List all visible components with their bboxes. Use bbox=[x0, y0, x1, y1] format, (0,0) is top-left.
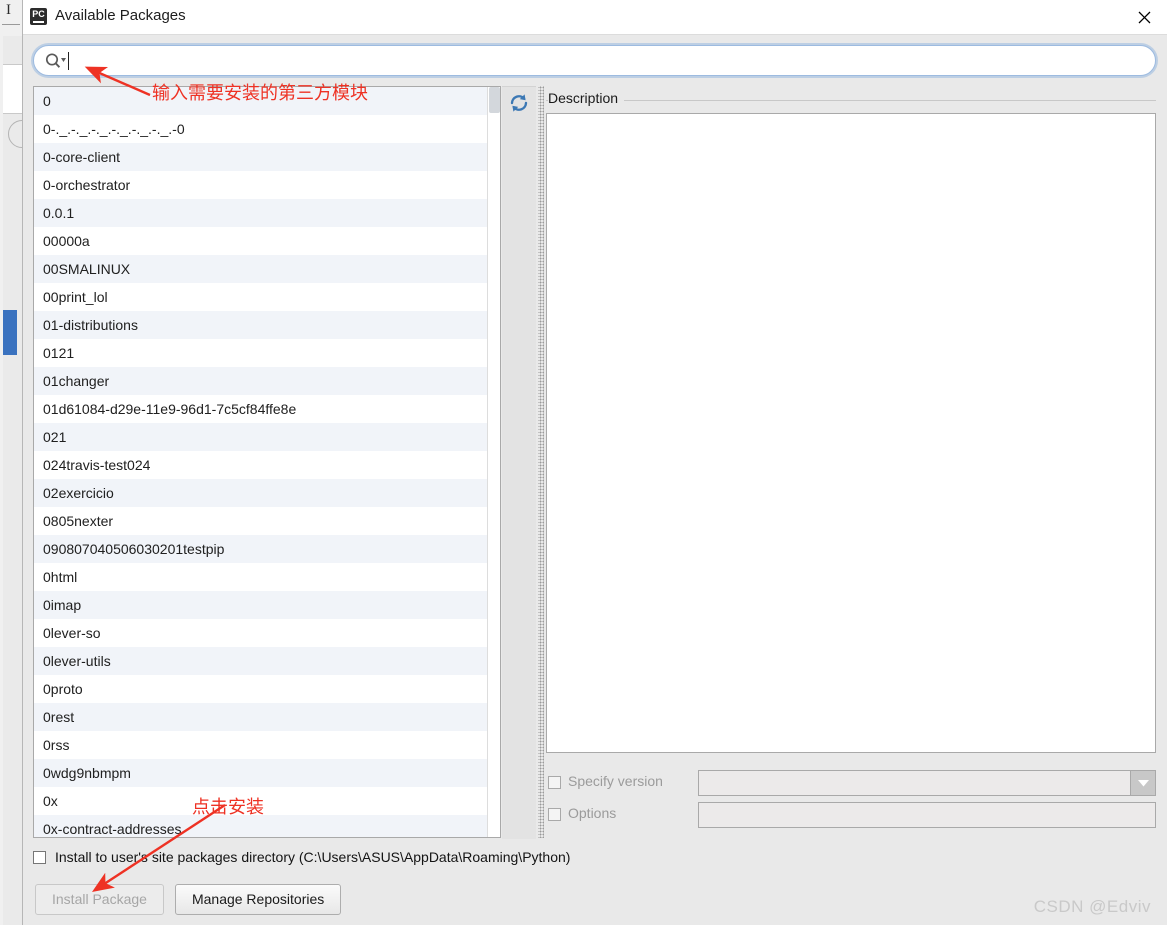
package-list-item[interactable]: 0x bbox=[34, 787, 487, 815]
search-icon bbox=[45, 53, 66, 68]
package-list-item[interactable]: 0-orchestrator bbox=[34, 171, 487, 199]
description-panel: Description Specify version Options bbox=[546, 86, 1156, 838]
package-list-item[interactable]: 0x-contract-addresses bbox=[34, 815, 487, 837]
package-list-item[interactable]: 0805nexter bbox=[34, 507, 487, 535]
install-to-user-checkbox[interactable] bbox=[33, 850, 46, 864]
package-list-item[interactable]: 0-core-client bbox=[34, 143, 487, 171]
description-label: Description bbox=[548, 90, 625, 106]
background-window-panel bbox=[3, 64, 23, 114]
options-input[interactable] bbox=[698, 802, 1156, 828]
background-window-letter: I bbox=[6, 2, 11, 18]
package-list-item[interactable]: 00SMALINUX bbox=[34, 255, 487, 283]
package-list-item[interactable]: 0lever-so bbox=[34, 619, 487, 647]
package-list-scrollbar[interactable] bbox=[487, 87, 500, 837]
specify-version-label: Specify version bbox=[568, 773, 663, 789]
specify-version-select[interactable] bbox=[698, 770, 1156, 796]
close-button[interactable] bbox=[1121, 0, 1167, 34]
search-field[interactable] bbox=[33, 45, 1156, 76]
search-text-caret bbox=[68, 52, 69, 70]
pycharm-icon: PC bbox=[30, 8, 47, 25]
package-list-item[interactable]: 0121 bbox=[34, 339, 487, 367]
description-separator bbox=[546, 100, 1156, 101]
package-list-item[interactable]: 0imap bbox=[34, 591, 487, 619]
install-package-button[interactable]: Install Package bbox=[35, 884, 164, 915]
package-list-item[interactable]: 0html bbox=[34, 563, 487, 591]
refresh-icon bbox=[510, 94, 528, 112]
package-list-item[interactable]: 0rest bbox=[34, 703, 487, 731]
package-list-item[interactable]: 021 bbox=[34, 423, 487, 451]
dialog-titlebar: PC Available Packages bbox=[23, 0, 1167, 35]
package-list-item[interactable]: 01changer bbox=[34, 367, 487, 395]
package-options: Specify version Options bbox=[546, 768, 1156, 832]
specify-version-checkbox[interactable] bbox=[548, 776, 561, 789]
chevron-down-icon bbox=[1137, 780, 1149, 787]
package-list-item[interactable]: 02exercicio bbox=[34, 479, 487, 507]
package-list[interactable]: 0 0-._.-._.-._.-._.-._.-._.-0 0-core-clien… bbox=[33, 86, 501, 838]
package-list-item[interactable]: 0rss bbox=[34, 731, 487, 759]
background-window-strip bbox=[3, 36, 23, 925]
package-list-item[interactable]: 0lever-utils bbox=[34, 647, 487, 675]
specify-version-row: Specify version bbox=[546, 768, 1156, 800]
close-icon bbox=[1138, 11, 1150, 23]
package-list-item[interactable]: 01d61084-d29e-11e9-96d1-7c5cf84ffe8e bbox=[34, 395, 487, 423]
background-window-underline bbox=[2, 24, 20, 25]
package-list-item[interactable]: 0-._.-._.-._.-._.-._.-._.-0 bbox=[34, 115, 487, 143]
install-to-user-row: Install to user's site packages director… bbox=[33, 847, 570, 867]
package-list-item[interactable]: 00000a bbox=[34, 227, 487, 255]
options-label: Options bbox=[568, 805, 617, 821]
package-list-item[interactable]: 0 bbox=[34, 87, 487, 115]
package-list-item[interactable]: 0wdg9nbmpm bbox=[34, 759, 487, 787]
manage-repositories-button[interactable]: Manage Repositories bbox=[174, 884, 342, 915]
footer-buttons: Install Package Manage Repositories bbox=[35, 884, 342, 915]
package-list-item[interactable]: 024travis-test024 bbox=[34, 451, 487, 479]
background-window: I bbox=[0, 0, 36, 925]
package-list-item[interactable]: 090807040506030201testpip bbox=[34, 535, 487, 563]
options-row: Options bbox=[546, 800, 1156, 832]
search-input[interactable] bbox=[74, 50, 1148, 74]
dialog-title: Available Packages bbox=[55, 7, 186, 24]
install-to-user-label: Install to user's site packages director… bbox=[55, 849, 571, 865]
package-list-rows: 0 0-._.-._.-._.-._.-._.-._.-0 0-core-clien… bbox=[34, 87, 487, 837]
description-body bbox=[546, 113, 1156, 753]
package-list-item[interactable]: 0.0.1 bbox=[34, 199, 487, 227]
description-header: Description bbox=[546, 90, 1156, 110]
refresh-column bbox=[502, 86, 536, 839]
available-packages-dialog: PC Available Packages 0 0-._.-._.-._.-._.… bbox=[22, 0, 1167, 925]
refresh-button[interactable] bbox=[507, 91, 531, 115]
package-list-scrollbar-thumb[interactable] bbox=[489, 87, 500, 113]
dialog-content: 0 0-._.-._.-._.-._.-._.-._.-0 0-core-clien… bbox=[33, 86, 1156, 839]
background-window-marker bbox=[3, 310, 17, 355]
package-list-item[interactable]: 0proto bbox=[34, 675, 487, 703]
package-list-item[interactable]: 01-distributions bbox=[34, 311, 487, 339]
panel-splitter[interactable] bbox=[538, 86, 544, 838]
specify-version-dropdown-button[interactable] bbox=[1130, 771, 1155, 795]
package-list-item[interactable]: 00print_lol bbox=[34, 283, 487, 311]
watermark: CSDN @Edviv bbox=[1033, 897, 1151, 916]
options-checkbox[interactable] bbox=[548, 808, 561, 821]
